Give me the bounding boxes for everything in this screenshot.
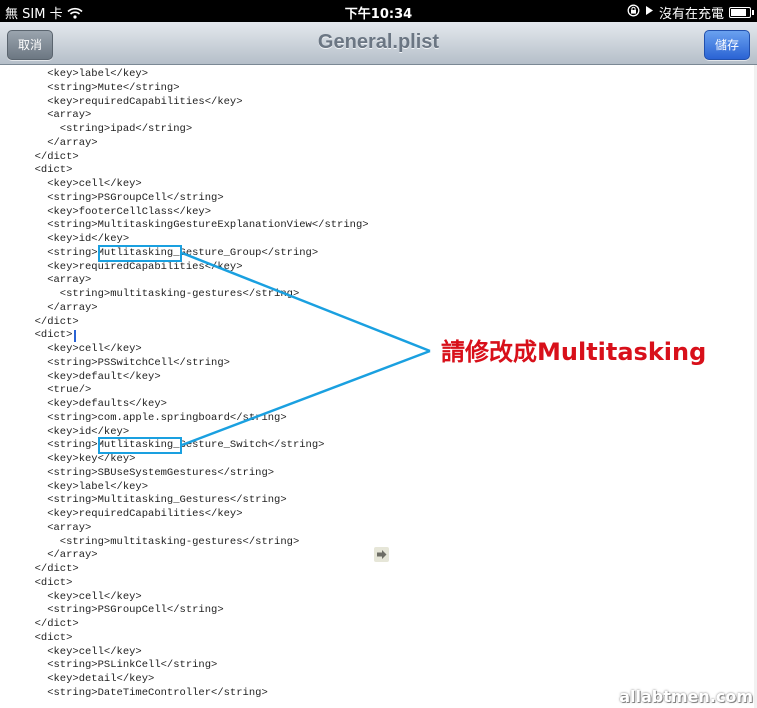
- play-icon: [645, 5, 654, 20]
- status-bar: 無 SIM 卡 下午10:34 沒有在充電: [0, 0, 757, 22]
- annotation-arrow-lines: [181, 251, 431, 447]
- arrow-line-lower: [181, 349, 431, 447]
- save-button[interactable]: 儲存: [703, 30, 750, 60]
- status-bar-right: 沒有在充電: [627, 3, 754, 22]
- watermark: allabtmen.com: [619, 687, 753, 706]
- annotation-text: 請修改成Multitasking: [441, 338, 707, 366]
- lock-rotation-icon: [627, 4, 640, 21]
- battery-icon: [729, 7, 754, 18]
- charging-label: 沒有在充電: [658, 7, 724, 22]
- battery-fill: [731, 9, 746, 16]
- page-title: General.plist: [317, 31, 440, 53]
- navigation-bar: 取消 General.plist 儲存: [0, 22, 757, 65]
- arrow-line-upper: [181, 251, 431, 353]
- forward-arrow-icon[interactable]: [374, 547, 389, 562]
- plist-editor[interactable]: <key>label</key> <string>Mute</string> <…: [0, 65, 757, 708]
